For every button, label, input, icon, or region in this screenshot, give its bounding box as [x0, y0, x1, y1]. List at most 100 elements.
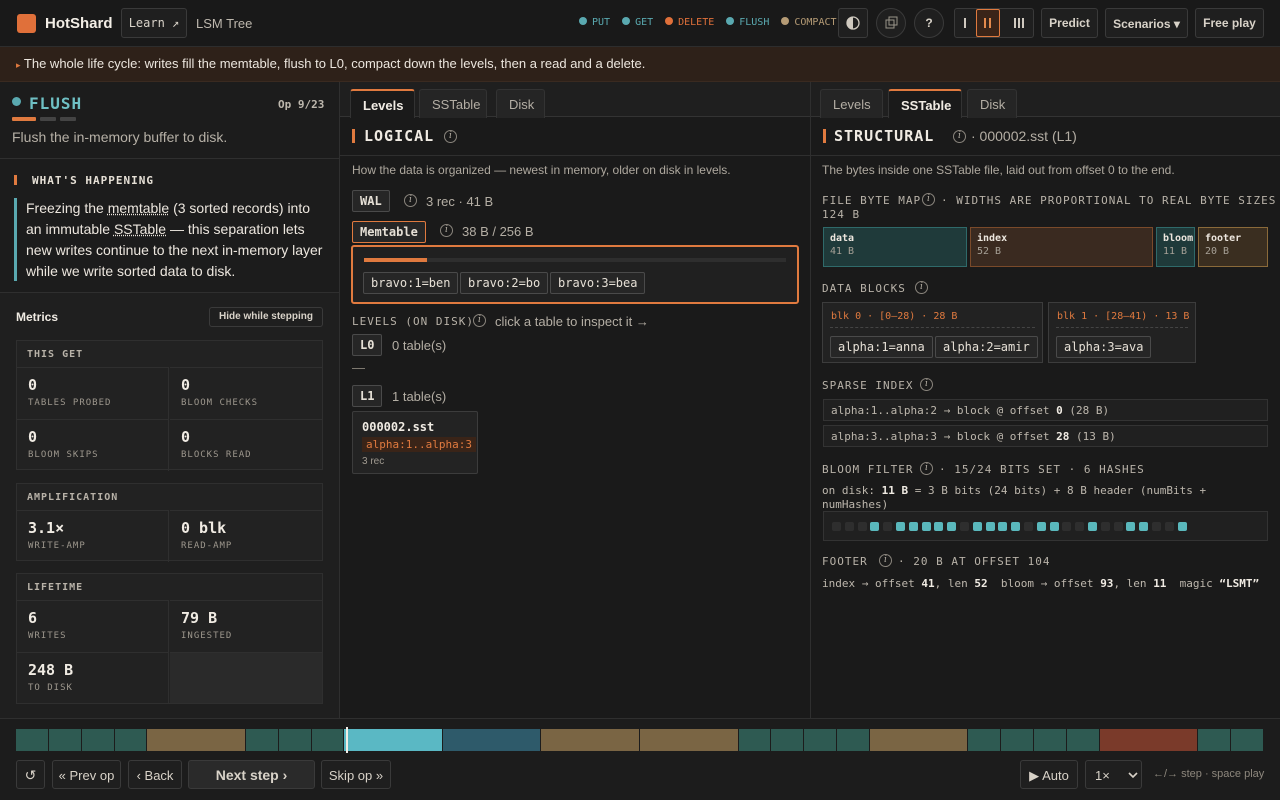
tab-levels[interactable]: Levels [820, 89, 883, 118]
speed-select[interactable]: 1× [1085, 760, 1142, 789]
tab-levels[interactable]: Levels [350, 89, 415, 118]
sparse-index-row[interactable]: alpha:1..alpha:2 → block @ offset 0 (28 … [823, 399, 1268, 421]
sstable-card[interactable]: 000002.sst alpha:1..alpha:3 3 rec [352, 411, 478, 474]
timeline-op-flush[interactable] [442, 729, 542, 751]
timeline-op-compact[interactable] [541, 729, 640, 751]
tab-disk[interactable]: Disk [967, 89, 1017, 118]
timeline-op-compact[interactable] [869, 729, 969, 751]
timeline-op-put[interactable] [48, 729, 82, 751]
timeline-op-compact[interactable] [640, 729, 739, 751]
bloom-bit-set [947, 522, 957, 531]
prev-op-button[interactable]: « Prev op [52, 760, 121, 789]
byte-segment-data[interactable]: data 41 B [823, 227, 967, 267]
info-icon[interactable]: i [444, 130, 457, 143]
sstable-term[interactable]: SSTable [114, 221, 166, 237]
timeline-op-put[interactable] [804, 729, 838, 751]
copy-icon [885, 16, 898, 29]
timeline-op-put[interactable] [81, 729, 115, 751]
timeline-op-put[interactable] [16, 729, 49, 751]
hide-while-stepping-button[interactable]: Hide while stepping [209, 307, 323, 327]
sparse-index-row[interactable]: alpha:3..alpha:3 → block @ offset 28 (13… [823, 425, 1268, 447]
next-step-button[interactable]: Next step › [188, 760, 315, 789]
timeline-op-put[interactable] [738, 729, 772, 751]
timeline-op-put[interactable] [114, 729, 148, 751]
block-record: alpha:2=amir [935, 336, 1038, 358]
whats-happening-text: Freezing the memtable (3 sorted records)… [14, 198, 326, 281]
memtable-record[interactable]: bravo:1=ben [363, 272, 459, 294]
op-counter: Op 9/23 [278, 98, 325, 111]
timeline-op-put[interactable] [1066, 729, 1100, 751]
memtable-record[interactable]: bravo:2=bo [460, 272, 549, 294]
divider [811, 155, 1280, 156]
layout-two-pane-button[interactable] [976, 9, 1000, 37]
skip-op-button[interactable]: Skip op » [321, 760, 391, 789]
timeline-op-put[interactable] [245, 729, 279, 751]
info-icon[interactable]: i [473, 314, 486, 327]
scenarios-dropdown[interactable]: Scenarios ▾ [1105, 8, 1188, 38]
memtable-record[interactable]: bravo:3=bea [550, 272, 646, 294]
layout-three-pane-button[interactable] [1007, 9, 1033, 37]
learn-button[interactable]: Learn ↗ [121, 8, 187, 38]
timeline-op-put[interactable] [278, 729, 312, 751]
timeline-op-put[interactable] [1198, 729, 1232, 751]
timeline-op-flush[interactable] [344, 729, 443, 751]
layout-one-pane-button[interactable] [955, 9, 975, 37]
this-get-title: THIS GET [27, 349, 84, 360]
layout-button[interactable] [876, 8, 906, 38]
timeline-op-put[interactable] [1034, 729, 1067, 751]
byte-map-title: FILE BYTE MAP [822, 194, 922, 207]
metric-value: 0 [181, 428, 191, 446]
info-icon[interactable]: i [440, 224, 453, 237]
structural-title: STRUCTURAL [834, 127, 935, 145]
tab-sstable[interactable]: SSTable [888, 89, 962, 118]
data-block[interactable]: blk 1 · [28–41) · 13 B alpha:3=ava [1048, 302, 1196, 363]
memtable-term[interactable]: memtable [108, 200, 169, 216]
data-block[interactable]: blk 0 · [0–28) · 28 B alpha:1=anna alpha… [822, 302, 1043, 363]
bloom-bit-unset [1062, 522, 1072, 531]
timeline-op-put[interactable] [968, 729, 1002, 751]
info-icon[interactable]: i [404, 194, 417, 207]
bloom-bit-set [1011, 522, 1021, 531]
timeline-op-put[interactable] [311, 729, 345, 751]
bloom-bit-set [1177, 522, 1187, 531]
legend-label: PUT [592, 17, 611, 28]
info-icon[interactable]: i [915, 281, 928, 294]
predict-button[interactable]: Predict [1041, 8, 1098, 38]
theme-toggle-button[interactable] [838, 8, 868, 38]
info-icon[interactable]: i [920, 462, 933, 475]
free-play-button[interactable]: Free play [1195, 8, 1264, 38]
metric-value: 6 [28, 609, 38, 627]
timeline-op-put[interactable] [1001, 729, 1035, 751]
bloom-filter-title: BLOOM FILTER [822, 463, 914, 476]
byte-segment-footer[interactable]: footer 20 B [1198, 227, 1268, 267]
info-icon[interactable]: i [920, 378, 933, 391]
byte-segment-bloom[interactable]: bloom 11 B [1156, 227, 1195, 267]
info-icon[interactable]: i [922, 193, 935, 206]
legend-label: FLUSH [739, 17, 770, 28]
auto-play-button[interactable]: ▶ Auto [1020, 760, 1078, 789]
lifetime-box: LIFETIME 6 WRITES 79 B INGESTED 248 B TO DI… [16, 573, 323, 704]
legend-item-compact: COMPACT [781, 17, 837, 28]
this-get-box: THIS GET 0 TABLES PROBED 0 BLOOM CHECKS 0 B… [16, 340, 323, 471]
reset-button[interactable]: ↺ [16, 760, 45, 789]
timeline-op-delete[interactable] [1099, 729, 1199, 751]
timeline-op-compact[interactable] [147, 729, 246, 751]
back-button[interactable]: ‹ Back [128, 760, 182, 789]
timeline-op-put[interactable] [771, 729, 805, 751]
byte-segment-index[interactable]: index 52 B [970, 227, 1153, 267]
op-header: FLUSH Op 9/23 Flush the in-memory buffer… [0, 82, 339, 159]
footer-text: , len [934, 577, 975, 590]
whats-marker [14, 175, 17, 185]
logical-description: How the data is organized — newest in me… [352, 163, 731, 177]
tab-disk[interactable]: Disk [496, 89, 545, 118]
help-button[interactable]: ? [914, 8, 944, 38]
sparse-text: alpha:3..alpha:3 → block @ offset [831, 430, 1057, 443]
timeline-op-put[interactable] [1231, 729, 1264, 751]
bloom-bit-unset [1075, 522, 1085, 531]
memtable-box[interactable]: bravo:1=ben bravo:2=bo bravo:3=bea [351, 245, 799, 304]
tab-sstable[interactable]: SSTable [419, 89, 487, 118]
timeline-op-put[interactable] [837, 729, 870, 751]
info-icon[interactable]: i [953, 130, 966, 143]
bloom-bit-set [921, 522, 931, 531]
info-icon[interactable]: i [879, 554, 892, 567]
